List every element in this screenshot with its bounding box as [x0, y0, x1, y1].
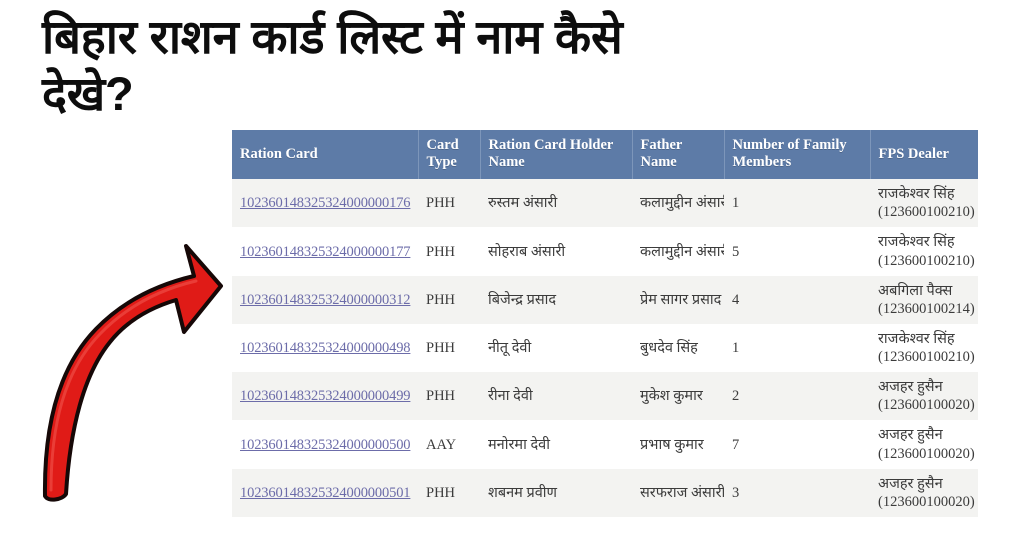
- cell-card-type: PHH: [418, 372, 480, 421]
- cell-card-type: PHH: [418, 323, 480, 373]
- cell-ration-card: 102360148325324000000312: [232, 275, 418, 324]
- cell-family-members: 3: [724, 468, 870, 517]
- fps-dealer-name: अजहर हुसैन: [878, 379, 943, 396]
- fps-dealer-name: अबगिला पैक्स: [878, 282, 953, 299]
- column-header-card-type: Card Type: [418, 130, 481, 180]
- cell-ration-card: 102360148325324000000498: [232, 323, 418, 373]
- ration-card-table: Ration Card Card Type Ration Card Holder…: [232, 130, 978, 517]
- cell-fps-dealer: राजकेश्वर सिंह (123600100210): [870, 179, 978, 228]
- cell-card-type: PHH: [418, 227, 480, 276]
- column-header-holder-name: Ration Card Holder Name: [480, 130, 633, 180]
- table-row: 102360148325324000000176 PHH रुस्तम अंसारी…: [232, 179, 978, 228]
- cell-holder-name: शबनम प्रवीण: [480, 468, 632, 517]
- cell-fps-dealer: राजकेश्वर सिंह (123600100210): [870, 227, 978, 276]
- cell-holder-name: बिजेन्द्र प्रसाद: [480, 275, 632, 324]
- fps-dealer-code: (123600100214): [878, 300, 975, 317]
- red-curved-arrow-icon: [42, 244, 223, 502]
- fps-dealer-name: अजहर हुसैन: [878, 427, 943, 444]
- cell-fps-dealer: अजहर हुसैन (123600100020): [870, 420, 978, 469]
- cell-family-members: 1: [724, 323, 870, 373]
- ration-card-link[interactable]: 102360148325324000000498: [240, 340, 411, 356]
- cell-ration-card: 102360148325324000000501: [232, 468, 418, 517]
- cell-father-name: कलामुद्दीन अंसारी: [632, 227, 724, 276]
- cell-family-members: 5: [724, 227, 870, 276]
- table-row: 102360148325324000000501 PHH शबनम प्रवीण सर…: [232, 468, 978, 517]
- fps-dealer-code: (123600100020): [878, 397, 975, 414]
- red-curved-arrow-annotation: [18, 228, 238, 508]
- column-header-fps-dealer: FPS Dealer: [870, 130, 978, 180]
- table-row: 102360148325324000000177 PHH सोहराब अंसारी…: [232, 227, 978, 276]
- cell-ration-card: 102360148325324000000177: [232, 227, 418, 276]
- page-title: बिहार राशन कार्ड लिस्ट में नाम कैसे देखे…: [42, 8, 992, 123]
- ration-card-table-container: Ration Card Card Type Ration Card Holder…: [232, 130, 978, 517]
- column-header-father-name: Father Name: [632, 130, 725, 180]
- ration-card-link[interactable]: 102360148325324000000501: [240, 485, 411, 501]
- cell-family-members: 4: [724, 275, 870, 324]
- cell-card-type: PHH: [418, 275, 480, 324]
- cell-fps-dealer: अजहर हुसैन (123600100020): [870, 468, 978, 517]
- ration-card-link[interactable]: 102360148325324000000312: [240, 292, 411, 308]
- column-header-family-members: Number of Family Members: [724, 130, 871, 180]
- cell-ration-card: 102360148325324000000499: [232, 372, 418, 421]
- fps-dealer-code: (123600100210): [878, 349, 975, 366]
- table-row: 102360148325324000000498 PHH नीतू देवी बुधद…: [232, 323, 978, 373]
- cell-holder-name: सोहराब अंसारी: [480, 227, 632, 276]
- cell-fps-dealer: अबगिला पैक्स (123600100214): [870, 275, 978, 324]
- cell-father-name: मुकेश कुमार: [632, 372, 724, 421]
- fps-dealer-name: राजकेश्वर सिंह: [878, 330, 955, 347]
- table-header: Ration Card Card Type Ration Card Holder…: [232, 130, 978, 180]
- ration-card-link[interactable]: 102360148325324000000177: [240, 244, 411, 260]
- cell-father-name: प्रेम सागर प्रसाद: [632, 275, 724, 324]
- cell-family-members: 7: [724, 420, 870, 469]
- cell-card-type: PHH: [418, 179, 480, 228]
- table-row: 102360148325324000000500 AAY मनोरमा देवी प्…: [232, 420, 978, 469]
- table-row: 102360148325324000000312 PHH बिजेन्द्र प्र…: [232, 275, 978, 324]
- cell-father-name: कलामुद्दीन अंसारी: [632, 179, 724, 228]
- fps-dealer-name: अजहर हुसैन: [878, 475, 943, 492]
- cell-ration-card: 102360148325324000000176: [232, 179, 418, 228]
- ration-card-link[interactable]: 102360148325324000000500: [240, 437, 411, 453]
- page-title-line-2: देखे?: [42, 67, 134, 121]
- fps-dealer-name: राजकेश्वर सिंह: [878, 234, 955, 251]
- fps-dealer-code: (123600100020): [878, 493, 975, 510]
- cell-fps-dealer: अजहर हुसैन (123600100020): [870, 372, 978, 421]
- fps-dealer-code: (123600100210): [878, 204, 975, 221]
- table-body: 102360148325324000000176 PHH रुस्तम अंसारी…: [232, 179, 978, 517]
- cell-holder-name: मनोरमा देवी: [480, 420, 632, 469]
- column-header-ration-card: Ration Card: [232, 130, 419, 180]
- fps-dealer-name: राजकेश्वर सिंह: [878, 186, 955, 203]
- cell-holder-name: रीना देवी: [480, 372, 632, 421]
- page-root: बिहार राशन कार्ड लिस्ट में नाम कैसे देखे…: [0, 0, 1024, 536]
- cell-father-name: सरफराज अंसारी: [632, 468, 724, 517]
- ration-card-link[interactable]: 102360148325324000000176: [240, 195, 411, 211]
- page-title-line-1: बिहार राशन कार्ड लिस्ट में नाम कैसे: [42, 10, 623, 63]
- cell-father-name: प्रभाष कुमार: [632, 420, 724, 469]
- cell-fps-dealer: राजकेश्वर सिंह (123600100210): [870, 323, 978, 373]
- cell-father-name: बुधदेव सिंह: [632, 323, 724, 373]
- fps-dealer-code: (123600100020): [878, 445, 975, 462]
- table-row: 102360148325324000000499 PHH रीना देवी मुके…: [232, 372, 978, 421]
- cell-card-type: PHH: [418, 468, 480, 517]
- cell-family-members: 1: [724, 179, 870, 228]
- cell-card-type: AAY: [418, 420, 480, 469]
- fps-dealer-code: (123600100210): [878, 252, 975, 269]
- cell-holder-name: रुस्तम अंसारी: [480, 179, 632, 228]
- cell-ration-card: 102360148325324000000500: [232, 420, 418, 469]
- table-header-row: Ration Card Card Type Ration Card Holder…: [232, 130, 978, 180]
- cell-family-members: 2: [724, 372, 870, 421]
- cell-holder-name: नीतू देवी: [480, 323, 632, 373]
- ration-card-link[interactable]: 102360148325324000000499: [240, 388, 411, 404]
